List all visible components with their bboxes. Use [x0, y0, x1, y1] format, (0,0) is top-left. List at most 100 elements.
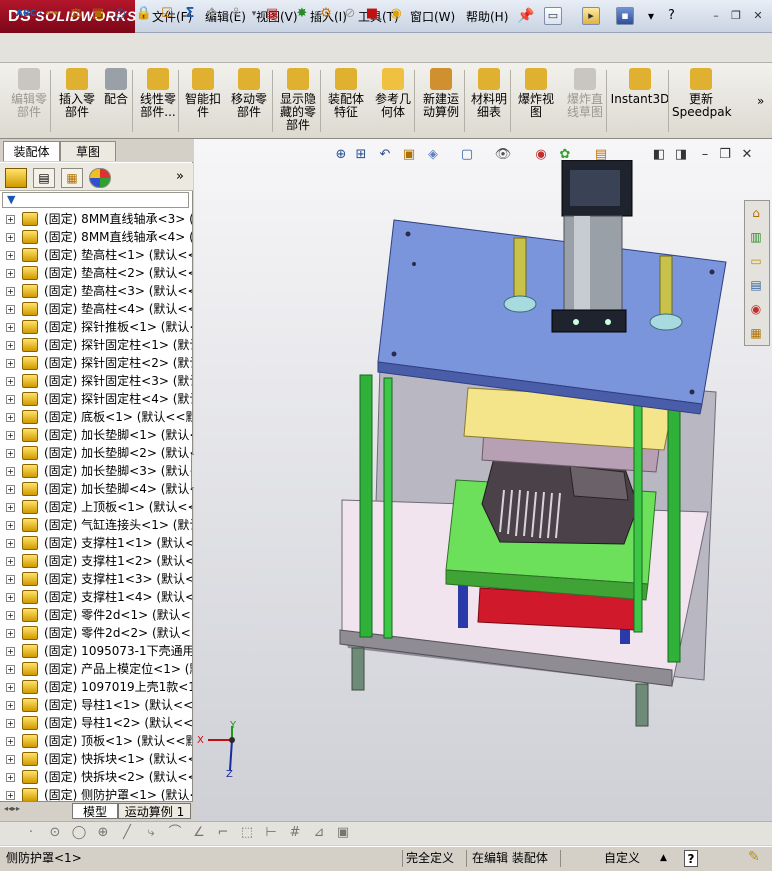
tree-item[interactable]: + (固定) 导柱1<1> (默认<<默认 — [0, 696, 192, 714]
tree-item[interactable]: + (固定) 1097019上壳1款<1> ( — [0, 678, 192, 696]
expand-icon[interactable]: + — [6, 269, 15, 278]
expand-icon[interactable]: + — [6, 215, 15, 224]
appearance-icon[interactable]: ◉ — [386, 4, 406, 24]
expand-icon[interactable]: + — [6, 611, 15, 620]
circle-icon[interactable]: ⊙ — [46, 824, 64, 842]
menu-window[interactable]: 窗口(W) — [410, 8, 455, 26]
rectangle-icon[interactable]: ⬚ — [238, 824, 256, 842]
tab-sketch[interactable]: 草图 — [60, 141, 116, 161]
save-icon[interactable]: ▪ — [616, 7, 634, 25]
tree-item[interactable]: + (固定) 支撑柱1<3> (默认<<默 — [0, 570, 192, 588]
tree-item[interactable]: + (固定) 垫高柱<1> (默认<<默 — [0, 246, 192, 264]
spelling-icon[interactable]: ABC✓ — [16, 4, 44, 24]
panel-more-icon[interactable]: » — [176, 169, 184, 184]
sensor-icon[interactable]: ⚘ — [226, 4, 246, 24]
restore-icon[interactable]: ❐ — [728, 9, 744, 23]
stop-icon[interactable]: ⊘ — [340, 4, 360, 24]
rebuild-icon[interactable]: ✎ — [748, 849, 760, 866]
expand-icon[interactable]: + — [6, 593, 15, 602]
command-new-motion-study[interactable]: 新建运 动算例 — [418, 66, 464, 119]
units-dropdown-icon[interactable]: ▲ — [660, 850, 667, 867]
tree-item[interactable]: + (固定) 导柱1<2> (默认<<默认 — [0, 714, 192, 732]
open-folder-icon[interactable]: ▸ — [582, 7, 600, 25]
tree-item[interactable]: + (固定) 8MM直线轴承<4> (默认 — [0, 228, 192, 246]
tree-item[interactable]: + (固定) 支撑柱1<2> (默认<<默 — [0, 552, 192, 570]
lock-icon[interactable]: 🔒 — [134, 4, 154, 24]
render-icon[interactable]: ▤ — [262, 4, 282, 24]
tree-item[interactable]: + (固定) 零件2d<1> (默认<<默 — [0, 606, 192, 624]
explode-icon[interactable]: ✸ — [292, 4, 312, 24]
tree-item[interactable]: + (固定) 加长垫脚<2> (默认<< — [0, 444, 192, 462]
section-icon[interactable]: ▣ — [88, 4, 108, 24]
triangle-icon[interactable]: ⊿ — [310, 824, 328, 842]
tree-item[interactable]: + (固定) 1095073-1下壳通用装 — [0, 642, 192, 660]
status-units[interactable]: 自定义 — [604, 850, 640, 867]
tree-item[interactable]: + (固定) 探针固定柱<4> (默认 — [0, 390, 192, 408]
tree-item[interactable]: + (固定) 上顶板<1> (默认<<默 — [0, 498, 192, 516]
status-help[interactable]: ? — [684, 850, 698, 867]
pin-icon[interactable]: 📌 — [517, 8, 534, 24]
tree-filter[interactable]: ▼ — [2, 192, 189, 208]
tree-item[interactable]: + (固定) 快拆块<2> (默认<<默 — [0, 768, 192, 786]
tab-model[interactable]: 模型 — [72, 803, 118, 819]
expand-icon[interactable]: + — [6, 629, 15, 638]
home-icon[interactable]: ⌂ — [747, 204, 765, 222]
tree-item[interactable]: + (固定) 垫高柱<4> (默认<<默 — [0, 300, 192, 318]
expand-icon[interactable]: + — [6, 413, 15, 422]
expand-icon[interactable]: + — [6, 233, 15, 242]
property-manager-icon[interactable]: ▤ — [33, 168, 55, 188]
custom-properties-icon[interactable]: ▦ — [747, 324, 765, 342]
command-reference-geometry[interactable]: 参考几 何体 — [370, 66, 416, 119]
tree-item[interactable]: + (固定) 气缸连接头<1> (默认 — [0, 516, 192, 534]
expand-icon[interactable]: + — [6, 341, 15, 350]
expand-icon[interactable]: + — [6, 719, 15, 728]
check-icon[interactable]: ☑ — [157, 4, 177, 24]
design-library-icon[interactable]: ▥ — [747, 228, 765, 246]
tree-item[interactable]: + (固定) 8MM直线轴承<3> (默认 — [0, 210, 192, 228]
help-button[interactable]: ? — [668, 8, 675, 23]
expand-icon[interactable]: + — [6, 431, 15, 440]
expand-icon[interactable]: + — [6, 701, 15, 710]
expand-icon[interactable]: + — [6, 323, 15, 332]
gear-icon[interactable]: ⚙ — [316, 4, 336, 24]
command-explode-line-sketch[interactable]: 爆炸直 线草图 — [560, 66, 610, 119]
angle-icon[interactable]: ∠ — [190, 824, 208, 842]
appearances-icon[interactable]: ◉ — [747, 300, 765, 318]
tree-item[interactable]: + (固定) 探针固定柱<3> (默认 — [0, 372, 192, 390]
expand-icon[interactable]: + — [6, 665, 15, 674]
file-explorer-icon[interactable]: ▭ — [747, 252, 765, 270]
assembly-model[interactable] — [194, 160, 744, 815]
expand-icon[interactable]: + — [6, 755, 15, 764]
tree-item[interactable]: + (固定) 探针固定柱<1> (默认 — [0, 336, 192, 354]
dropdown-icon[interactable]: ▾ — [244, 4, 264, 24]
command-instant3d[interactable]: Instant3D — [610, 66, 670, 106]
color-icon[interactable]: ■ — [362, 4, 382, 24]
expand-icon[interactable]: + — [6, 557, 15, 566]
tree-item[interactable]: + (固定) 底板<1> (默认<<默认 — [0, 408, 192, 426]
expand-icon[interactable]: + — [6, 359, 15, 368]
line-icon[interactable]: ╱ — [118, 824, 136, 842]
tab-scroll-icon[interactable]: ◂◂▸▸ — [4, 804, 20, 813]
tree-item[interactable]: + (固定) 零件2d<2> (默认<<默 — [0, 624, 192, 642]
target-icon[interactable]: ⊕ — [94, 824, 112, 842]
command-smart-fastener[interactable]: 智能扣 件 — [182, 66, 224, 119]
tree-item[interactable]: + (固定) 支撑柱1<1> (默认<<默 — [0, 534, 192, 552]
expand-icon[interactable]: + — [6, 251, 15, 260]
sum-icon[interactable]: Σ — [180, 4, 200, 24]
tab-assembly[interactable]: 装配体 — [3, 141, 60, 161]
tree-item[interactable]: + (固定) 垫高柱<2> (默认<<默 — [0, 264, 192, 282]
tree-item[interactable]: + (固定) 加长垫脚<1> (默认<< — [0, 426, 192, 444]
command-show-hidden[interactable]: 显示隐 藏的零 部件 — [276, 66, 320, 132]
tree-item[interactable]: + (固定) 垫高柱<3> (默认<<默 — [0, 282, 192, 300]
command-mate[interactable]: 配合 — [100, 66, 132, 106]
expand-icon[interactable]: + — [6, 683, 15, 692]
expand-icon[interactable]: + — [6, 287, 15, 296]
tree-item[interactable]: + (固定) 支撑柱1<4> (默认<<默 — [0, 588, 192, 606]
tree-item[interactable]: + (固定) 顶板<1> (默认<<默认 — [0, 732, 192, 750]
expand-icon[interactable]: + — [6, 737, 15, 746]
ellipse-icon[interactable]: ◯ — [70, 824, 88, 842]
command-exploded-view[interactable]: 爆炸视 图 — [514, 66, 558, 119]
print-icon[interactable]: ▾ — [648, 9, 654, 23]
command-insert-component[interactable]: 插入零 部件 — [54, 66, 100, 119]
expand-icon[interactable]: + — [6, 377, 15, 386]
